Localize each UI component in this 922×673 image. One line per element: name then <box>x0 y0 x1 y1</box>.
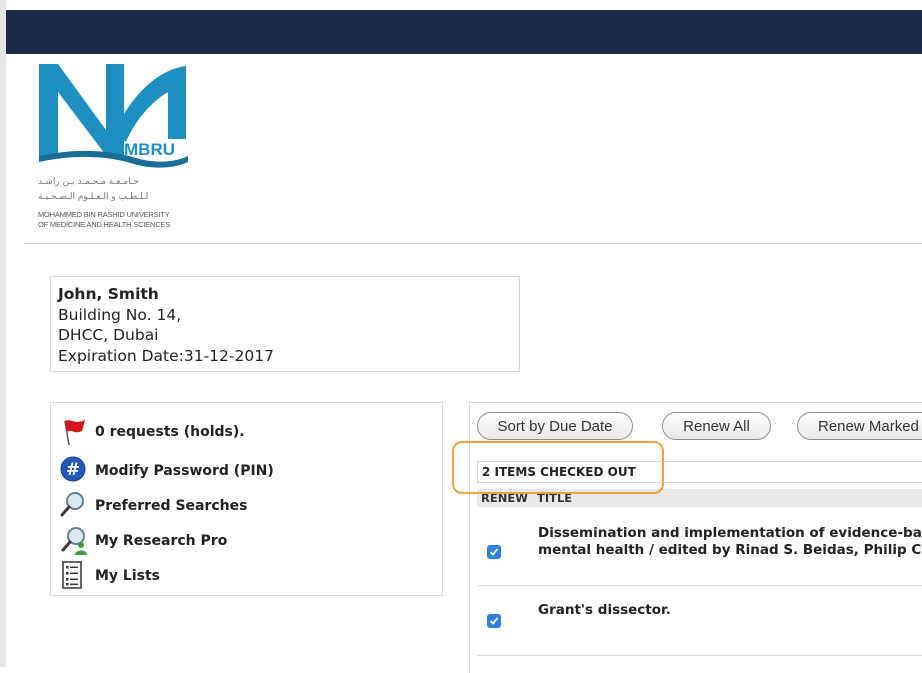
logo-acronym: MBRU <box>124 140 175 159</box>
sort-by-due-date-button[interactable]: Sort by Due Date <box>477 412 633 440</box>
top-strip <box>0 0 922 10</box>
magnifier-icon <box>57 491 89 521</box>
hash-icon: # <box>57 456 89 486</box>
check-icon <box>489 548 499 556</box>
svg-text:#: # <box>66 460 80 480</box>
checkout-panel: Sort by Due Date Renew All Renew Marked … <box>469 402 922 673</box>
checkout-table-header: RENEW TITLE <box>477 489 922 507</box>
header-bar <box>6 10 922 54</box>
menu-item-label: 0 requests (holds). <box>95 424 245 440</box>
row-divider <box>477 585 922 586</box>
check-icon <box>489 617 499 625</box>
title-row-2[interactable]: Grant's dissector. <box>538 602 671 619</box>
menu-item-label: Preferred Searches <box>95 498 248 514</box>
header-divider <box>24 243 922 244</box>
column-header-renew: RENEW <box>481 491 528 505</box>
menu-item-my-lists[interactable]: My Lists <box>57 561 160 591</box>
patron-address-line1: Building No. 14, <box>58 305 182 324</box>
column-header-title: TITLE <box>537 491 573 505</box>
items-checked-out-count: 2 ITEMS CHECKED OUT <box>477 461 922 483</box>
menu-item-label: My Research Pro <box>95 533 228 549</box>
window-left-edge <box>0 0 6 667</box>
menu-item-requests[interactable]: 0 requests (holds). <box>57 417 245 447</box>
title-row-1-line2: mental health / edited by Rinad S. Beida… <box>538 542 922 558</box>
renew-checkbox-row-2[interactable] <box>487 614 501 628</box>
row-divider <box>477 655 922 656</box>
list-icon <box>57 561 89 591</box>
mbru-logo[interactable]: MBRU جـامـعـة مـحـمـد بـن راشـد لـلـطـب … <box>36 62 192 234</box>
menu-item-modify-password[interactable]: # Modify Password (PIN) <box>57 456 274 486</box>
logo-arabic-line2: لـلـطـب و الـعـلـوم الـصـحـيـة <box>38 192 149 202</box>
patron-address-line2: DHCC, Dubai <box>58 326 159 344</box>
menu-item-my-research-pro[interactable]: My Research Pro <box>57 526 227 556</box>
patron-expiration: Expiration Date:31-12-2017 <box>58 346 274 365</box>
patron-name: John, Smith <box>58 285 159 303</box>
logo-arabic-line1: جـامـعـة مـحـمـد بـن راشـد <box>38 177 139 187</box>
patron-info-box: John, Smith Building No. 14, DHCC, Dubai… <box>50 276 520 372</box>
red-flag-icon <box>57 417 89 447</box>
logo-english-line2: OF MEDICINE AND HEALTH SCIENCES <box>38 220 171 229</box>
menu-item-label: Modify Password (PIN) <box>95 463 274 479</box>
menu-item-label: My Lists <box>95 568 161 584</box>
renew-checkbox-row-1[interactable] <box>487 545 501 559</box>
renew-all-button[interactable]: Renew All <box>662 412 771 440</box>
magnifier-person-icon <box>57 526 89 556</box>
menu-item-preferred-searches[interactable]: Preferred Searches <box>57 491 247 521</box>
logo-english-line1: MOHAMMED BIN RASHID UNIVERSITY <box>38 210 170 219</box>
renew-marked-button[interactable]: Renew Marked <box>797 412 922 440</box>
title-row-1-line1[interactable]: Dissemination and implementation of evid… <box>538 525 922 542</box>
account-menu: 0 requests (holds). # Modify Password (P… <box>50 402 443 596</box>
